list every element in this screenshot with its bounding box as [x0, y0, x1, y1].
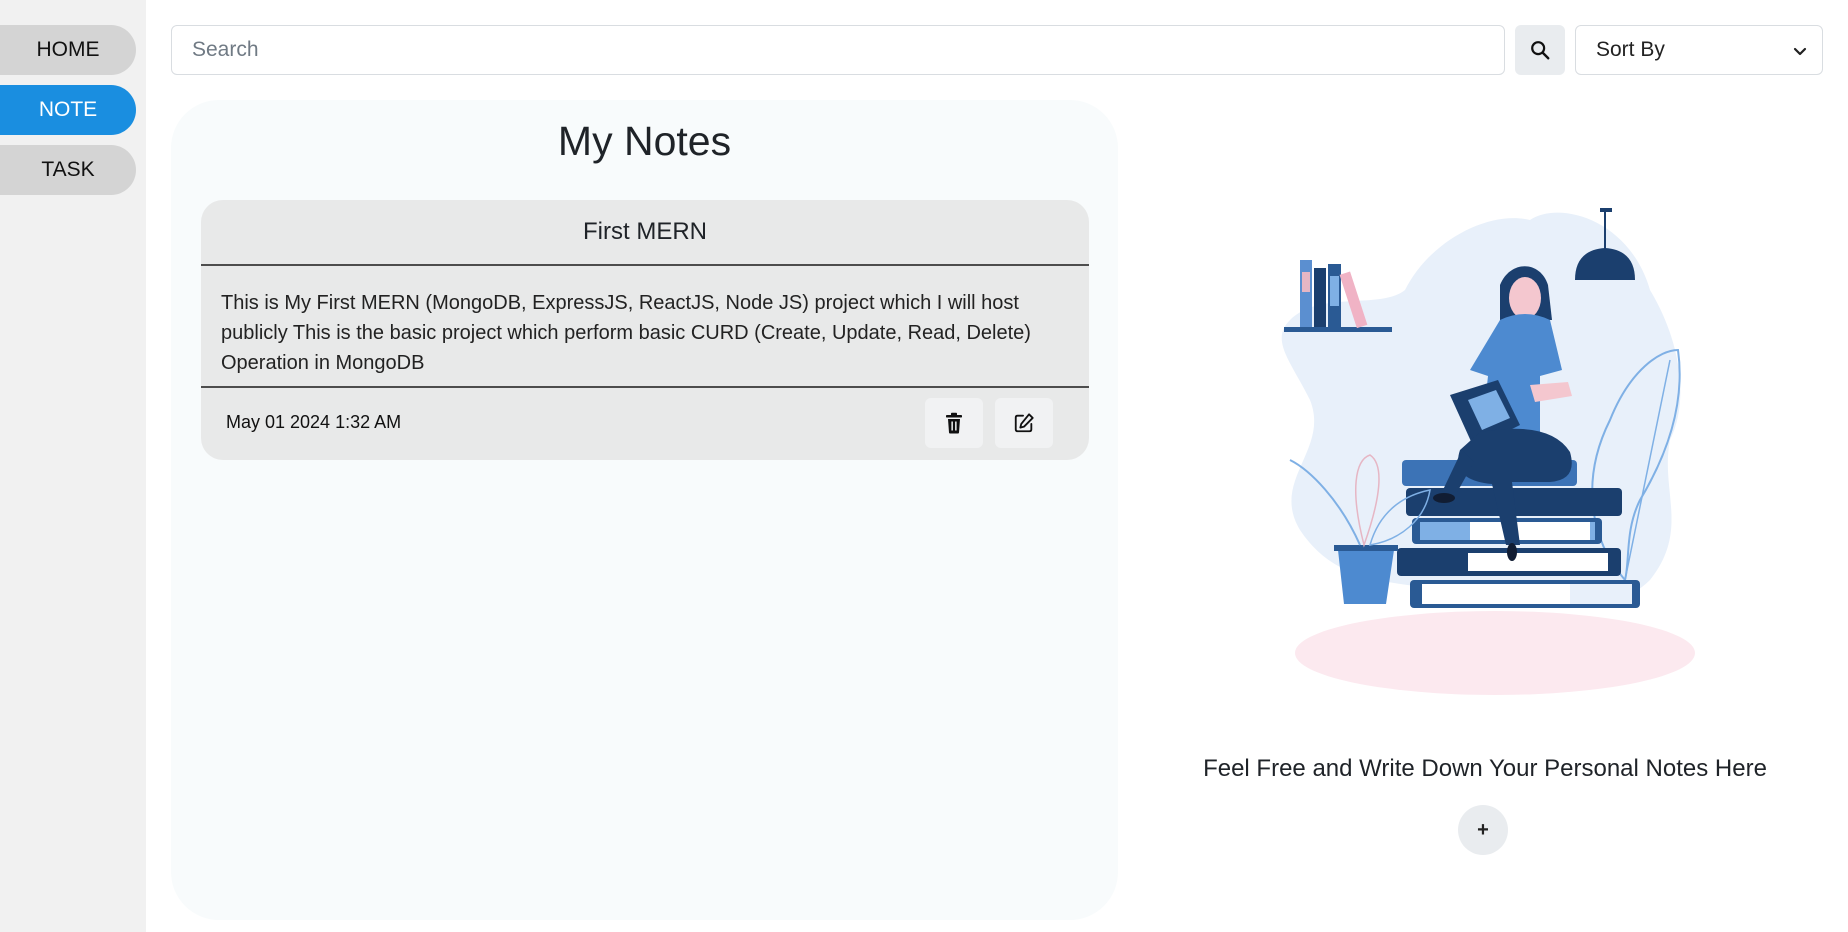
- tagline: Feel Free and Write Down Your Personal N…: [1203, 755, 1767, 782]
- note-title: First MERN: [201, 200, 1089, 266]
- edit-button[interactable]: [995, 398, 1053, 448]
- sidebar-item-home[interactable]: HOME: [0, 25, 136, 75]
- edit-icon: [1014, 413, 1034, 433]
- sidebar-item-task[interactable]: TASK: [0, 145, 136, 195]
- sort-select[interactable]: Sort By: [1575, 25, 1823, 75]
- delete-button[interactable]: [925, 398, 983, 448]
- add-note-button[interactable]: +: [1458, 805, 1508, 855]
- search-icon: [1531, 41, 1550, 60]
- sidebar-item-note[interactable]: NOTE: [0, 85, 136, 135]
- note-date: May 01 2024 1:32 AM: [226, 412, 402, 432]
- search-input[interactable]: [171, 25, 1505, 75]
- sidebar: HOME NOTE TASK: [0, 0, 146, 932]
- note-card: First MERN This is My First MERN (MongoD…: [201, 200, 1089, 460]
- chevron-down-icon: [1793, 47, 1807, 56]
- note-body: This is My First MERN (MongoDB, ExpressJ…: [201, 266, 1089, 388]
- note-footer: May 01 2024 1:32 AM: [201, 388, 1089, 460]
- notes-panel: My Notes First MERN This is My First MER…: [171, 100, 1118, 920]
- trash-icon: [946, 412, 962, 434]
- search-button[interactable]: [1515, 25, 1565, 75]
- reading-woman-illustration: [1281, 208, 1695, 695]
- sort-label: Sort By: [1596, 38, 1665, 61]
- page-title: My Notes: [557, 118, 732, 164]
